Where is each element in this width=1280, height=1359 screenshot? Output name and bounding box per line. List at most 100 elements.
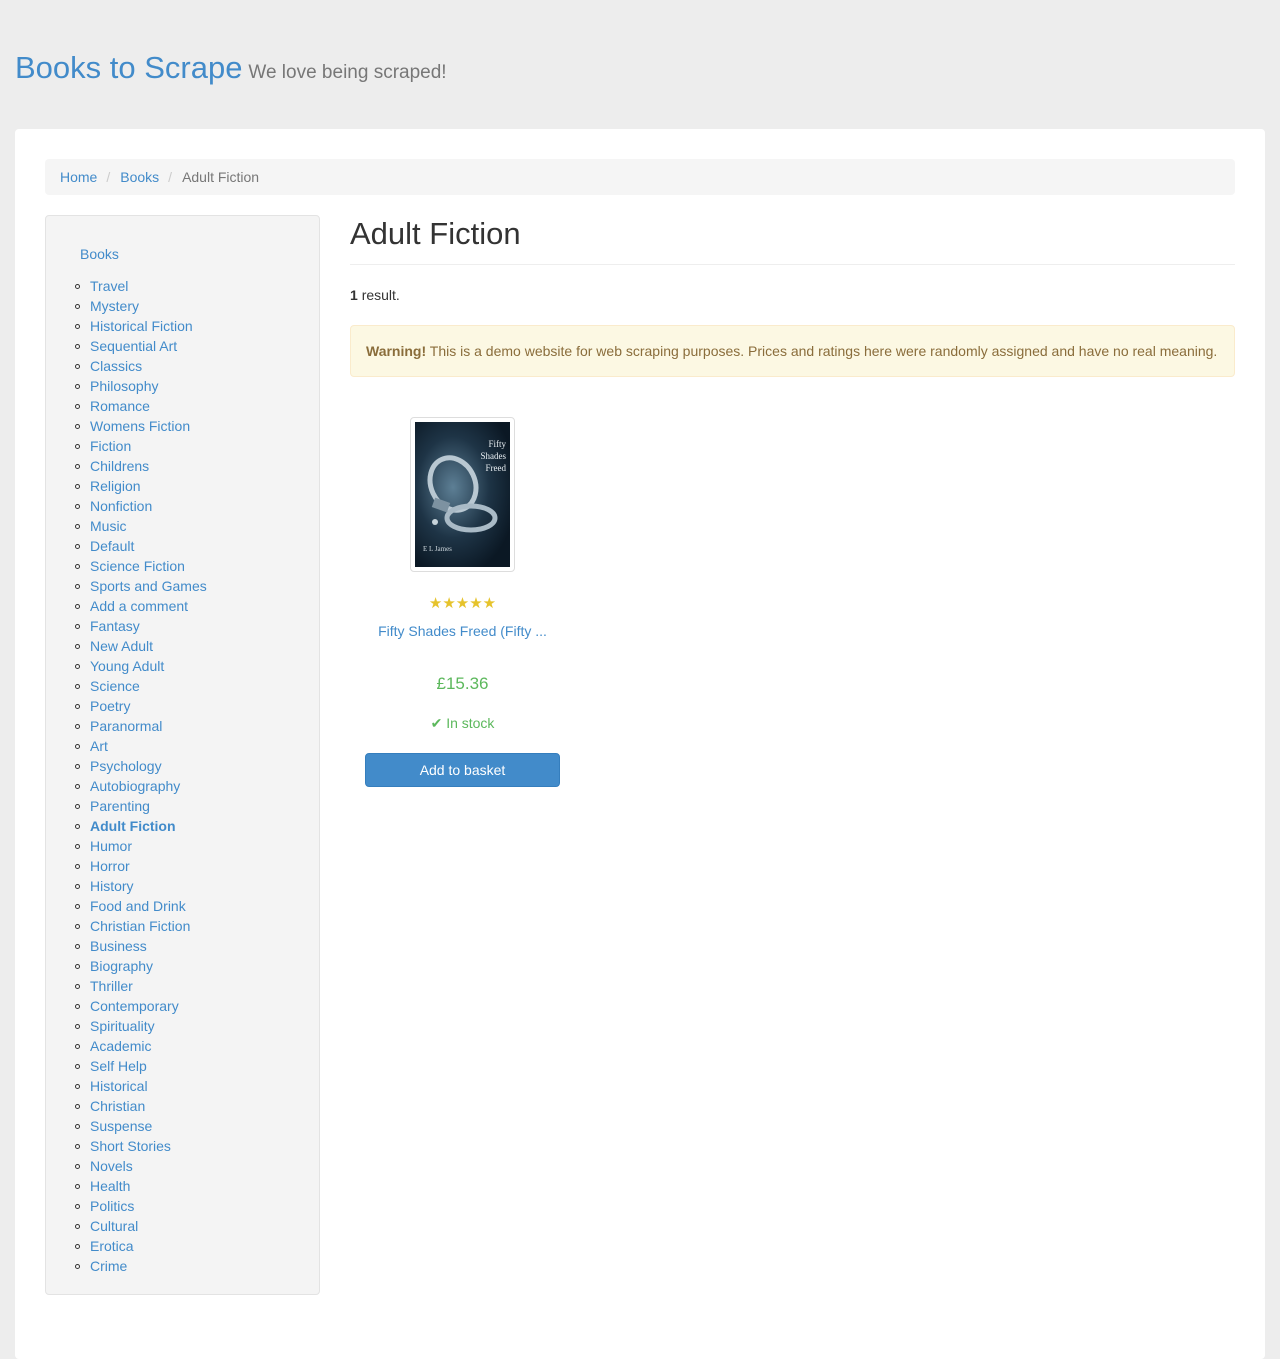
star-icon: ★ <box>482 595 497 612</box>
stock-status: ✔ In stock <box>365 715 560 732</box>
bullet-icon <box>75 364 80 369</box>
bullet-icon <box>75 624 80 629</box>
category-item: Travel <box>75 276 207 296</box>
category-link[interactable]: Religion <box>90 478 141 494</box>
category-link[interactable]: Crime <box>90 1258 127 1274</box>
breadcrumb-books-link[interactable]: Books <box>120 169 159 185</box>
category-item: Health <box>75 1176 207 1196</box>
bullet-icon <box>75 964 80 969</box>
bullet-icon <box>75 744 80 749</box>
brand-link[interactable]: Books to Scrape <box>15 50 242 85</box>
category-link[interactable]: Art <box>90 738 108 754</box>
category-link[interactable]: Adult Fiction <box>90 818 176 834</box>
category-link[interactable]: Sequential Art <box>90 338 177 354</box>
bullet-icon <box>75 924 80 929</box>
bullet-icon <box>75 1224 80 1229</box>
category-link[interactable]: Food and Drink <box>90 898 186 914</box>
product-thumbnail-link[interactable]: Fifty Shades Freed E L James <box>410 417 515 572</box>
category-link[interactable]: Romance <box>90 398 150 414</box>
breadcrumb-home-link[interactable]: Home <box>60 169 97 185</box>
category-link[interactable]: Politics <box>90 1198 134 1214</box>
category-item: Food and Drink <box>75 896 207 916</box>
category-item: Philosophy <box>75 376 207 396</box>
category-link[interactable]: Fantasy <box>90 618 140 634</box>
sidebar-root-books-link[interactable]: Books <box>80 246 119 262</box>
category-item: Horror <box>75 856 207 876</box>
category-item: Historical Fiction <box>75 316 207 336</box>
bullet-icon <box>75 1044 80 1049</box>
category-link[interactable]: Christian <box>90 1098 145 1114</box>
category-link[interactable]: Novels <box>90 1158 133 1174</box>
category-link[interactable]: Academic <box>90 1038 151 1054</box>
category-item: Christian <box>75 1096 207 1116</box>
category-link[interactable]: Thriller <box>90 978 133 994</box>
page-title: Adult Fiction <box>350 215 1235 265</box>
category-link[interactable]: Humor <box>90 838 132 854</box>
cover-title: Fifty Shades Freed <box>480 439 507 473</box>
category-link[interactable]: Historical <box>90 1078 148 1094</box>
cover-author: E L James <box>423 545 452 553</box>
warning-text: This is a demo website for web scraping … <box>429 343 1218 359</box>
category-link[interactable]: Philosophy <box>90 378 159 394</box>
category-link[interactable]: Psychology <box>90 758 162 774</box>
bullet-icon <box>75 664 80 669</box>
bullet-icon <box>75 1064 80 1069</box>
category-link[interactable]: Historical Fiction <box>90 318 193 334</box>
category-item: Politics <box>75 1196 207 1216</box>
category-item: Business <box>75 936 207 956</box>
category-item: History <box>75 876 207 896</box>
category-link[interactable]: Science Fiction <box>90 558 185 574</box>
product-title-link[interactable]: Fifty Shades Freed (Fifty ... <box>365 623 560 639</box>
category-link[interactable]: Nonfiction <box>90 498 152 514</box>
category-link[interactable]: Travel <box>90 278 128 294</box>
bullet-icon <box>75 444 80 449</box>
category-link[interactable]: Business <box>90 938 147 954</box>
category-link[interactable]: Health <box>90 1178 130 1194</box>
category-link[interactable]: Self Help <box>90 1058 147 1074</box>
category-link[interactable]: Science <box>90 678 140 694</box>
category-link[interactable]: Music <box>90 518 127 534</box>
category-link[interactable]: Short Stories <box>90 1138 171 1154</box>
category-link[interactable]: Young Adult <box>90 658 164 674</box>
category-item: Parenting <box>75 796 207 816</box>
bullet-icon <box>75 844 80 849</box>
category-link[interactable]: Spirituality <box>90 1018 155 1034</box>
category-link[interactable]: Paranormal <box>90 718 162 734</box>
category-link[interactable]: Womens Fiction <box>90 418 190 434</box>
category-link[interactable]: New Adult <box>90 638 153 654</box>
category-link[interactable]: Mystery <box>90 298 139 314</box>
category-link[interactable]: Default <box>90 538 134 554</box>
category-link[interactable]: Sports and Games <box>90 578 207 594</box>
category-link[interactable]: Poetry <box>90 698 130 714</box>
bullet-icon <box>75 1244 80 1249</box>
category-link[interactable]: Suspense <box>90 1118 152 1134</box>
category-link[interactable]: Add a comment <box>90 598 188 614</box>
category-link[interactable]: Fiction <box>90 438 131 454</box>
product-price: £15.36 <box>436 674 489 693</box>
tagline: We love being scraped! <box>248 62 447 83</box>
category-item: Adult Fiction <box>75 816 207 836</box>
category-item: Crime <box>75 1256 207 1276</box>
category-item: Music <box>75 516 207 536</box>
breadcrumb-separator: / <box>106 169 111 185</box>
category-link[interactable]: Erotica <box>90 1238 134 1254</box>
category-link[interactable]: Classics <box>90 358 142 374</box>
category-item: Christian Fiction <box>75 916 207 936</box>
category-link[interactable]: Biography <box>90 958 153 974</box>
category-item: Psychology <box>75 756 207 776</box>
category-item: New Adult <box>75 636 207 656</box>
bullet-icon <box>75 1024 80 1029</box>
category-link[interactable]: Christian Fiction <box>90 918 190 934</box>
add-to-basket-button[interactable]: Add to basket <box>365 753 560 787</box>
bullet-icon <box>75 724 80 729</box>
category-link[interactable]: Parenting <box>90 798 150 814</box>
category-item: Classics <box>75 356 207 376</box>
category-link[interactable]: Childrens <box>90 458 149 474</box>
category-link[interactable]: Autobiography <box>90 778 180 794</box>
category-link[interactable]: Contemporary <box>90 998 179 1014</box>
bullet-icon <box>75 384 80 389</box>
category-link[interactable]: Horror <box>90 858 130 874</box>
bullet-icon <box>75 684 80 689</box>
category-link[interactable]: Cultural <box>90 1218 138 1234</box>
category-link[interactable]: History <box>90 878 134 894</box>
